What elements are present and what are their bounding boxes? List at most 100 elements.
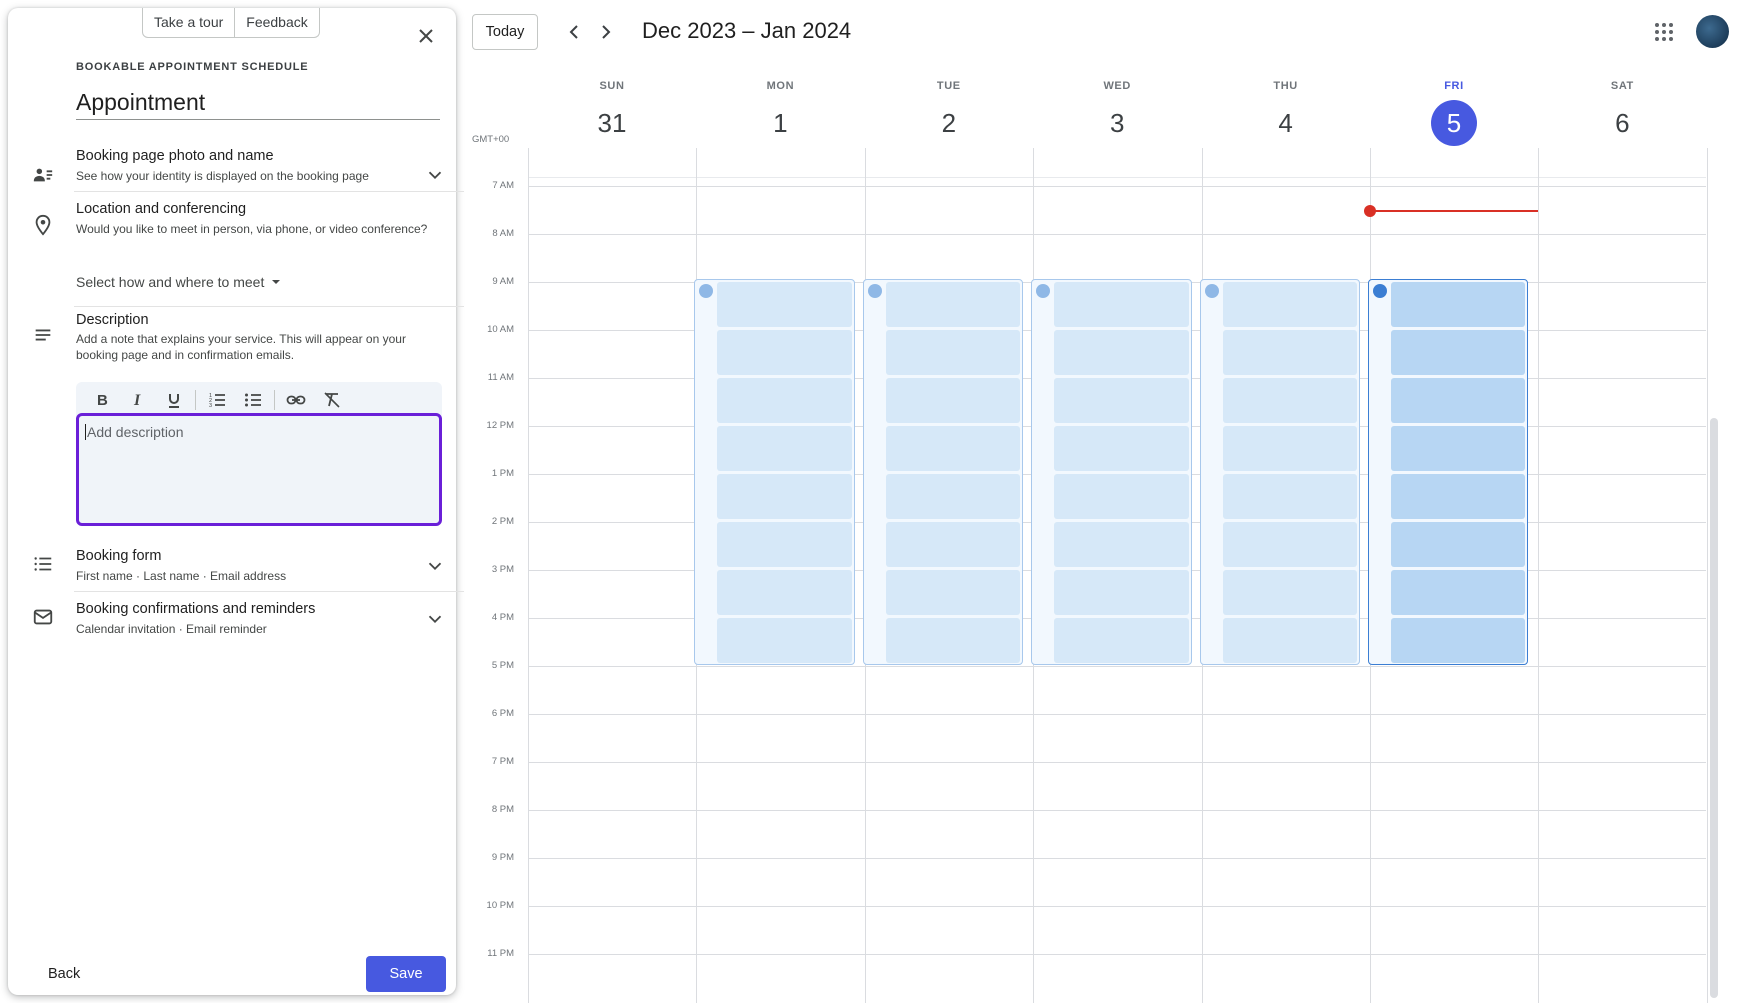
confirmations-title[interactable]: Booking confirmations and reminders	[76, 601, 315, 617]
bookable-slot[interactable]	[1391, 474, 1526, 519]
bookable-slot[interactable]	[717, 570, 852, 615]
save-button[interactable]: Save	[366, 956, 446, 992]
appointment-title-input[interactable]: Appointment	[76, 88, 440, 120]
hour-label: 7 AM	[492, 180, 514, 191]
numbered-list-icon[interactable]: 123	[199, 386, 235, 414]
bulleted-list-icon[interactable]	[235, 386, 271, 414]
bookable-slot[interactable]	[717, 330, 852, 375]
availability-block[interactable]	[1199, 279, 1360, 665]
bookable-slot[interactable]	[1391, 426, 1526, 471]
bookable-slot[interactable]	[1222, 522, 1357, 567]
bookable-slot[interactable]	[1054, 522, 1189, 567]
day-number[interactable]: 2	[926, 100, 972, 146]
bookable-slot[interactable]	[1391, 522, 1526, 567]
bookable-slot[interactable]	[1222, 426, 1357, 471]
day-number[interactable]: 5	[1431, 100, 1477, 146]
availability-block[interactable]	[1031, 279, 1192, 665]
bold-icon[interactable]: B	[84, 386, 120, 414]
bookable-slot[interactable]	[885, 570, 1021, 615]
bookable-slot[interactable]	[1054, 330, 1189, 375]
bookable-slot[interactable]	[1222, 618, 1357, 663]
chevron-right-icon[interactable]	[594, 20, 618, 44]
avatar[interactable]	[1696, 15, 1729, 48]
appointment-schedule-icon	[699, 284, 714, 298]
day-number[interactable]: 31	[589, 100, 635, 146]
bookable-slot[interactable]	[717, 474, 852, 519]
day-header-fri[interactable]: FRI 5	[1370, 80, 1538, 146]
day-header-mon[interactable]: MON 1	[696, 80, 864, 146]
bookable-slot[interactable]	[1391, 618, 1526, 663]
timezone-label: GMT+00	[472, 134, 510, 145]
bookable-slot[interactable]	[1054, 570, 1189, 615]
day-number[interactable]: 3	[1094, 100, 1140, 146]
bookable-slot[interactable]	[1054, 474, 1189, 519]
bookable-slot[interactable]	[1391, 282, 1526, 327]
bookable-slot[interactable]	[1222, 570, 1357, 615]
photo-section-title[interactable]: Booking page photo and name	[76, 148, 274, 164]
back-button[interactable]: Back	[48, 966, 80, 982]
chevron-left-icon[interactable]	[562, 20, 586, 44]
bookable-slot[interactable]	[885, 282, 1021, 327]
day-number[interactable]: 4	[1263, 100, 1309, 146]
bookable-slot[interactable]	[885, 522, 1021, 567]
day-header-tue[interactable]: TUE 2	[865, 80, 1033, 146]
svg-text:I: I	[133, 392, 141, 409]
confirmations-subtitle: Calendar invitation · Email reminder	[76, 622, 267, 636]
bookable-slot[interactable]	[885, 330, 1021, 375]
day-header-sat[interactable]: SAT 6	[1538, 80, 1706, 146]
booking-form-subtitle: First name · Last name · Email address	[76, 569, 287, 583]
grid-line	[528, 177, 1706, 178]
availability-block[interactable]	[694, 279, 855, 665]
bookable-slot[interactable]	[717, 522, 852, 567]
day-header-wed[interactable]: WED 3	[1033, 80, 1201, 146]
today-button[interactable]: Today	[472, 14, 538, 50]
time-grid[interactable]	[528, 148, 1708, 1003]
bookable-slot[interactable]	[885, 426, 1021, 471]
hour-line	[528, 762, 1706, 763]
hour-line	[528, 234, 1706, 235]
day-number[interactable]: 1	[757, 100, 803, 146]
feedback-button[interactable]: Feedback	[234, 8, 318, 37]
bookable-slot[interactable]	[717, 378, 852, 423]
description-input[interactable]: Add description	[76, 413, 442, 526]
clear-formatting-icon[interactable]	[314, 386, 350, 414]
bookable-slot[interactable]	[1054, 378, 1189, 423]
toolbar-divider	[195, 390, 196, 410]
bookable-slot[interactable]	[1054, 618, 1189, 663]
bookable-slot[interactable]	[717, 282, 852, 327]
italic-icon[interactable]: I	[120, 386, 156, 414]
chevron-down-icon[interactable]	[424, 608, 446, 630]
day-header-thu[interactable]: THU 4	[1202, 80, 1370, 146]
bookable-slot[interactable]	[1222, 330, 1357, 375]
underline-icon[interactable]	[156, 386, 192, 414]
link-icon[interactable]	[278, 386, 314, 414]
meeting-location-select[interactable]: Select how and where to meet	[76, 274, 282, 290]
take-tour-button[interactable]: Take a tour	[143, 8, 234, 37]
hour-label: 3 PM	[491, 564, 514, 575]
bookable-slot[interactable]	[717, 618, 852, 663]
bookable-slot[interactable]	[1391, 570, 1526, 615]
bookable-slot[interactable]	[1222, 282, 1357, 327]
scrollbar[interactable]	[1710, 418, 1718, 998]
bookable-slot[interactable]	[1391, 378, 1526, 423]
hour-label: 5 PM	[491, 660, 514, 671]
day-number[interactable]: 6	[1599, 100, 1645, 146]
apps-grid-icon[interactable]	[1652, 20, 1676, 44]
bookable-slot[interactable]	[1391, 330, 1526, 375]
bookable-slot[interactable]	[885, 378, 1021, 423]
bookable-slot[interactable]	[717, 426, 852, 471]
close-icon[interactable]	[414, 24, 438, 48]
booking-form-title[interactable]: Booking form	[76, 548, 161, 564]
day-header-sun[interactable]: SUN 31	[528, 80, 696, 146]
bookable-slot[interactable]	[1222, 378, 1357, 423]
bookable-slot[interactable]	[885, 474, 1021, 519]
bookable-slot[interactable]	[1222, 474, 1357, 519]
day-name: SAT	[1610, 80, 1634, 92]
chevron-down-icon[interactable]	[424, 555, 446, 577]
availability-block[interactable]	[1368, 279, 1529, 665]
bookable-slot[interactable]	[885, 618, 1021, 663]
bookable-slot[interactable]	[1054, 426, 1189, 471]
chevron-down-icon[interactable]	[424, 164, 446, 186]
availability-block[interactable]	[862, 279, 1024, 665]
bookable-slot[interactable]	[1054, 282, 1189, 327]
